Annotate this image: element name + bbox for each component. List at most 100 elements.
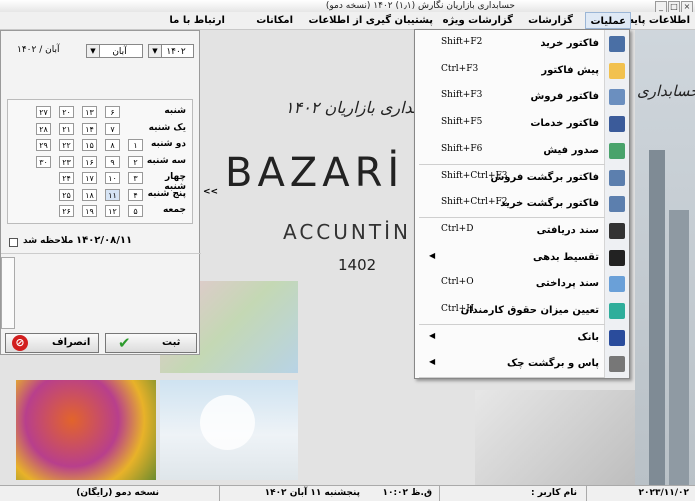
weekday-label: شنبه xyxy=(164,106,186,116)
menu-item-shortcut: Shift+F5 xyxy=(441,117,483,128)
service-invoice-icon xyxy=(609,116,625,133)
menu-item-label: تعیین میزان حقوق کارمندان xyxy=(460,305,599,316)
logo-year: 1402 xyxy=(338,256,377,274)
menu-item-11[interactable]: بانک ◀ xyxy=(415,325,607,351)
calendar-day-cell[interactable]: ۱ xyxy=(128,139,143,151)
calendar-day-cell[interactable]: ۷ xyxy=(105,122,120,135)
menu-item-label: تقسیط بدهی xyxy=(533,251,599,263)
menu-item-2[interactable]: فاکتور فروش Shift+F3 xyxy=(415,84,607,110)
menu-item-shortcut: Shift+F6 xyxy=(441,143,483,154)
calendar-day-cell[interactable]: ۳۰ xyxy=(36,155,51,168)
ack-checkbox[interactable] xyxy=(9,238,18,247)
calendar-day-cell[interactable]: ۵ xyxy=(128,205,143,217)
menu-features[interactable]: امکانات xyxy=(256,12,293,29)
menu-item-shortcut: Ctrl+O xyxy=(441,277,474,288)
menu-item-3[interactable]: فاکتور خدمات Shift+F5 xyxy=(415,111,607,137)
year-select[interactable]: ▼ ۱۴۰۲ xyxy=(148,44,194,58)
menu-backup[interactable]: پشتیبان گیری از اطلاعات xyxy=(309,12,433,29)
calendar-panel: ▼ ۱۴۰۲ ▼ آبان آبان / ۱۴۰۲ شنبه یک شنبه دو … xyxy=(0,30,201,355)
operations-dropdown-menu: فاکتور خرید Shift+F2 پیش فاکتور Ctrl+F3 فاکت… xyxy=(414,29,630,379)
menu-separator xyxy=(419,377,605,379)
pen-icon xyxy=(609,36,625,52)
menu-item-shortcut: Shift+Ctrl+F2 xyxy=(441,197,508,208)
city-skyline-image: حسابداری xyxy=(635,30,695,485)
calendar-day-cell[interactable]: ۶ xyxy=(105,106,120,118)
menu-item-0[interactable]: فاکتور خرید Shift+F2 xyxy=(415,31,607,57)
window-title: حسابداری بازاریان نگارش (۱٫۱) ۱۴۰۲ (نسخه… xyxy=(325,1,515,11)
menu-item-7[interactable]: سند دریافتی Ctrl+D xyxy=(415,218,607,244)
calendar-day-cell[interactable]: ۳ xyxy=(128,172,143,184)
menu-item-label: سند پرداختی xyxy=(535,278,599,290)
submenu-arrow-icon: ◀ xyxy=(429,250,436,260)
menu-item-10[interactable]: تعیین میزان حقوق کارمندان Ctrl+H xyxy=(415,298,607,324)
calendar-day-cell[interactable]: ۲۳ xyxy=(59,155,74,168)
calendar-day-cell[interactable]: ۱۰ xyxy=(105,172,120,184)
menu-item-4[interactable]: صدور فیش Shift+F6 xyxy=(415,138,607,164)
status-bar: ۲۰۲۳/۱۱/۰۲ نام کاربر : ق.ظ ۱۰:۰۲ پنجشنبه… xyxy=(0,485,695,501)
menu-operations[interactable]: عملیات xyxy=(585,12,631,29)
calendar-day-cell[interactable]: ۱۴ xyxy=(82,122,97,135)
status-edition: نسخه دمو (رایگان) xyxy=(76,488,159,498)
chevron-down-icon: ▼ xyxy=(149,45,162,57)
calendar-day-cell[interactable]: ۸ xyxy=(105,139,120,151)
calendar-day-cell[interactable]: ۲۸ xyxy=(36,122,51,135)
calendar-day-cell[interactable]: ۱۷ xyxy=(82,172,97,184)
menu-contact[interactable]: ارتباط با ما xyxy=(169,12,225,29)
calendar-day-cell[interactable]: ۲۷ xyxy=(36,106,51,118)
menu-item-6[interactable]: فاکتور برگشت خرید Shift+Ctrl+F2 xyxy=(415,191,607,217)
status-divider xyxy=(439,486,440,501)
calendar-day-cell[interactable]: ۱۲ xyxy=(105,205,120,217)
menu-item-label: پیش فاکتور xyxy=(541,64,599,76)
salary-icon xyxy=(609,303,625,319)
menu-item-label: صدور فیش xyxy=(543,144,599,156)
selected-date: ۱۴۰۲/۰۸/۱۱ xyxy=(76,235,133,246)
menu-item-shortcut: Shift+Ctrl+F3 xyxy=(441,170,508,181)
calendar-day-cell[interactable]: ۲۹ xyxy=(36,139,51,151)
status-gregorian-date: ۲۰۲۳/۱۱/۰۲ xyxy=(638,488,689,498)
calendar-day-cell[interactable]: ۲۴ xyxy=(59,172,74,184)
calendar-day-cell[interactable]: ۱۵ xyxy=(82,139,97,151)
panel-collapse-icon[interactable]: << xyxy=(203,187,218,197)
menu-item-8[interactable]: تقسیط بدهی ◀ xyxy=(415,245,607,271)
submit-button[interactable]: ثبت ✔ xyxy=(105,333,197,353)
month-select[interactable]: ▼ آبان xyxy=(86,44,143,58)
menu-item-label: فاکتور برگشت خرید xyxy=(500,198,599,210)
calendar-day-cell[interactable]: ۱۳ xyxy=(82,106,97,118)
calendar-day-cell[interactable]: ۱۹ xyxy=(82,205,97,217)
chevron-down-icon: ▼ xyxy=(87,45,100,57)
cancel-icon: ⊘ xyxy=(12,335,28,351)
menu-item-12[interactable]: پاس و برگشت چک ◀ xyxy=(415,351,607,377)
return-purchase-icon xyxy=(609,196,625,213)
calendar-day-cell[interactable]: ۲۵ xyxy=(59,188,74,201)
year-select-value: ۱۴۰۲ xyxy=(166,47,186,57)
calendar-day-cell[interactable]: ۱۶ xyxy=(82,155,97,168)
calendar-day-cell[interactable]: ۲۶ xyxy=(59,205,74,217)
status-time: ق.ظ ۱۰:۰۲ xyxy=(382,488,432,498)
vertical-scrollbar[interactable] xyxy=(1,257,15,329)
calendar-day-cell[interactable]: ۱۸ xyxy=(82,188,97,201)
calendar-day-cell[interactable]: ۴ xyxy=(128,188,143,201)
cancel-button[interactable]: انصراف ⊘ xyxy=(5,333,99,353)
menu-item-9[interactable]: سند پرداختی Ctrl+O xyxy=(415,271,607,297)
calendar-day-cell[interactable]: ۹ xyxy=(105,155,120,168)
winter-tree-photo xyxy=(160,380,298,480)
menu-bar: اطلاعات پایه عملیات گزارشات گزارشات ویژه… xyxy=(0,12,695,30)
menu-reports[interactable]: گزارشات xyxy=(528,12,573,29)
submenu-arrow-icon: ◀ xyxy=(429,330,436,340)
menu-item-5[interactable]: فاکتور برگشت فروش Shift+Ctrl+F3 xyxy=(415,165,607,191)
status-user-label: نام کاربر : xyxy=(531,488,577,498)
calendar-day-cell[interactable]: ۲۱ xyxy=(59,122,74,135)
autumn-leaves-photo xyxy=(16,380,156,480)
weekday-label: جمعه xyxy=(162,205,186,215)
status-persian-date: پنجشنبه ۱۱ آبان ۱۴۰۲ xyxy=(264,488,360,498)
calendar-day-cell[interactable]: ۲ xyxy=(128,155,143,168)
menu-item-1[interactable]: پیش فاکتور Ctrl+F3 xyxy=(415,58,607,84)
menu-special-reports[interactable]: گزارشات ویژه xyxy=(443,12,513,29)
menu-basic-info[interactable]: اطلاعات پایه xyxy=(628,12,690,29)
menu-item-shortcut: Shift+F2 xyxy=(441,37,483,47)
menu-item-shortcut: Shift+F3 xyxy=(441,90,483,101)
calendar-day-cell[interactable]: ۲۲ xyxy=(59,139,74,151)
calendar-day-cell[interactable]: ۲۰ xyxy=(59,106,74,118)
status-divider xyxy=(586,486,587,501)
calendar-day-cell[interactable]: ۱۱ xyxy=(105,188,120,201)
